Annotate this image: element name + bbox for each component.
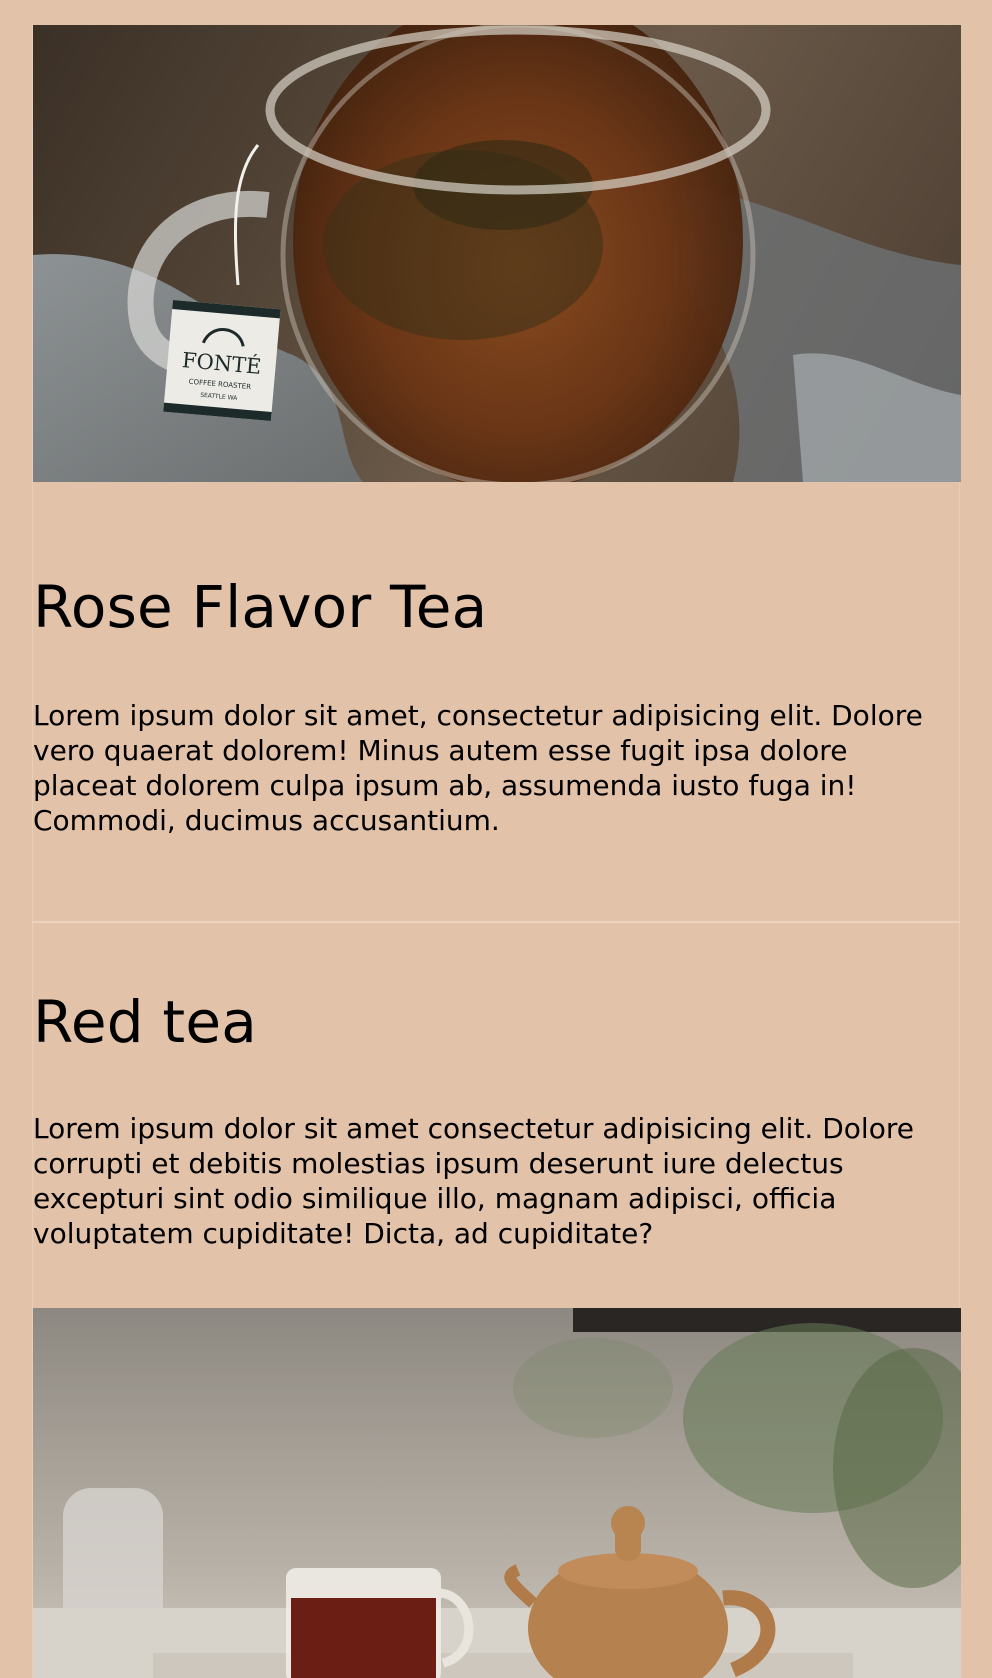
page: FONTÉ COFFEE ROASTER SEATTLE WA Rose Fla…: [0, 0, 992, 1678]
article-body: Lorem ipsum dolor sit amet consectetur a…: [33, 1112, 914, 1250]
article-title: Red tea: [33, 988, 257, 1056]
glass-tea-cup-image: FONTÉ COFFEE ROASTER SEATTLE WA: [33, 25, 961, 482]
article-card-rose-flavor-tea: FONTÉ COFFEE ROASTER SEATTLE WA Rose Fla…: [32, 25, 961, 923]
article-card-red-tea: Red tea Lorem ipsum dolor sit amet conse…: [32, 923, 961, 1678]
article-title: Rose Flavor Tea: [33, 573, 488, 641]
teapot-and-cup-image: [33, 1308, 961, 1678]
article-body: Lorem ipsum dolor sit amet, consectetur …: [33, 699, 923, 837]
